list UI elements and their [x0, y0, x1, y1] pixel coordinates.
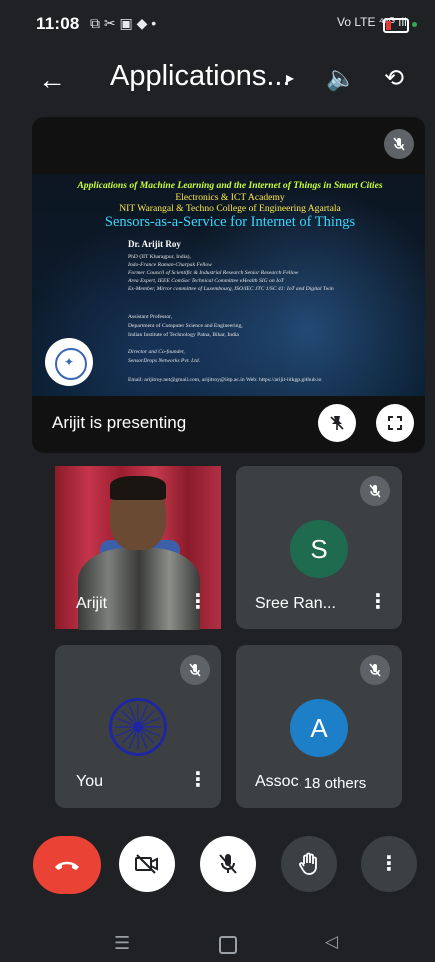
back-arrow-icon[interactable]: ←	[38, 64, 66, 96]
camera-off-button[interactable]	[119, 836, 175, 892]
others-count-chip[interactable]: 18 others	[300, 766, 370, 800]
slide-detail: SensorDrops Networks Pvt. Ltd.	[128, 358, 201, 364]
participant-name: Arijit	[76, 595, 108, 612]
video-person-body	[78, 548, 200, 630]
status-time: 11:08	[36, 14, 80, 33]
slide-subtitle-1: Electronics & ICT Academy	[175, 192, 285, 203]
more-options-icon[interactable]: ⋮	[188, 592, 208, 612]
ashoka-chakra-avatar-icon	[109, 698, 167, 756]
more-vert-icon: ⋮	[379, 853, 399, 875]
battery-icon	[383, 18, 409, 33]
slide-detail: Director and Co-founder,	[128, 349, 185, 355]
end-call-button[interactable]	[33, 836, 101, 894]
raise-hand-button[interactable]	[281, 836, 337, 892]
video-person-hair	[110, 476, 166, 500]
avatar: S	[290, 520, 348, 578]
slide-heading: Sensors-as-a-Service for Internet of Thi…	[104, 214, 356, 230]
home-icon[interactable]	[219, 936, 237, 954]
unpin-button[interactable]	[318, 404, 356, 442]
speaker-icon[interactable]: 🔈	[326, 64, 356, 93]
participant-name: You	[76, 773, 103, 790]
mic-off-button[interactable]	[200, 836, 256, 892]
more-options-icon[interactable]: ⋮	[188, 770, 208, 790]
slide-detail: Indian Institute of Technology Patna, Bi…	[128, 332, 239, 338]
recent-apps-icon[interactable]: ☰	[114, 933, 130, 954]
nav-back-icon[interactable]: ◁	[325, 932, 338, 952]
slide-email: Email: arijitroy.net@gmail.com, arijitro…	[128, 377, 322, 383]
participant-name: Sree Ran...	[255, 595, 336, 612]
mic-off-icon	[360, 655, 390, 685]
slide-detail: Ex-Member, Mirror committee of Luxembour…	[128, 286, 334, 292]
slide-detail: Indo-France Raman-Charpak Fellow	[128, 262, 212, 268]
slide-title: Applications of Machine Learning and the…	[77, 180, 383, 191]
slide-detail: Department of Computer Science and Engin…	[128, 323, 243, 329]
slide-detail: Former Council of Scientific & Industria…	[128, 270, 299, 276]
slide-detail: PhD (IIT Kharagpur, India),	[128, 254, 191, 260]
meeting-title[interactable]: Applications...	[110, 60, 291, 93]
fullscreen-button[interactable]	[376, 404, 414, 442]
mic-off-icon	[360, 476, 390, 506]
slide-speaker-name: Dr. Arijit Roy	[128, 239, 181, 249]
avatar: A	[290, 699, 348, 757]
mic-off-icon	[180, 655, 210, 685]
more-options-icon[interactable]: ⋮	[368, 592, 388, 612]
logo-emblem-icon: ✦	[63, 355, 75, 369]
slide-subtitle-2: NIT Warangal & Techno College of Enginee…	[119, 203, 341, 214]
status-notification-icons: ⧉ ✂ ▣ ◆ •	[90, 15, 157, 31]
green-dot-icon	[412, 22, 417, 27]
mic-off-icon	[384, 129, 414, 159]
switch-camera-icon[interactable]: ⟲	[384, 64, 404, 93]
more-options-button[interactable]: ⋮	[361, 836, 417, 892]
slide-detail: Area Expert, IEEE ComSoc Technical Commi…	[128, 278, 284, 284]
slide-detail: Assistant Professor,	[128, 314, 173, 320]
presenting-label: Arijit is presenting	[52, 413, 187, 432]
chevron-right-icon[interactable]: ▸	[286, 68, 294, 88]
